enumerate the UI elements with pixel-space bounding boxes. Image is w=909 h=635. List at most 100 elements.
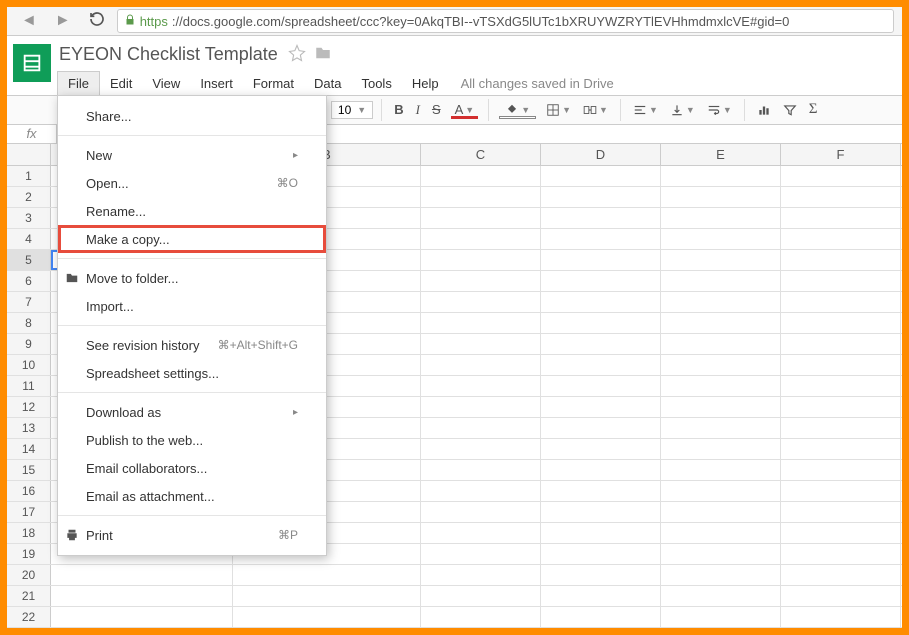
cell[interactable] bbox=[661, 187, 781, 207]
folder-icon[interactable] bbox=[314, 44, 332, 65]
cell[interactable] bbox=[781, 481, 901, 501]
file-email-attachment[interactable]: Email as attachment... bbox=[58, 482, 326, 510]
cell[interactable] bbox=[421, 292, 541, 312]
cell[interactable] bbox=[541, 502, 661, 522]
cell[interactable] bbox=[541, 187, 661, 207]
cell[interactable] bbox=[421, 523, 541, 543]
cell[interactable] bbox=[661, 208, 781, 228]
row-header[interactable]: 18 bbox=[7, 523, 51, 543]
file-open[interactable]: Open...⌘O bbox=[58, 169, 326, 197]
cell[interactable] bbox=[781, 502, 901, 522]
cell[interactable] bbox=[421, 439, 541, 459]
cell[interactable] bbox=[541, 376, 661, 396]
cell[interactable] bbox=[51, 565, 233, 585]
cell[interactable] bbox=[781, 355, 901, 375]
row-header[interactable]: 1 bbox=[7, 166, 51, 186]
select-all-corner[interactable] bbox=[7, 144, 51, 165]
cell[interactable] bbox=[421, 271, 541, 291]
row-header[interactable]: 16 bbox=[7, 481, 51, 501]
cell[interactable] bbox=[661, 418, 781, 438]
file-rename[interactable]: Rename... bbox=[58, 197, 326, 225]
menu-edit[interactable]: Edit bbox=[100, 72, 142, 95]
cell[interactable] bbox=[661, 271, 781, 291]
cell[interactable] bbox=[421, 481, 541, 501]
row-header[interactable]: 9 bbox=[7, 334, 51, 354]
cell[interactable] bbox=[781, 166, 901, 186]
row-header[interactable]: 13 bbox=[7, 418, 51, 438]
col-header-d[interactable]: D bbox=[541, 144, 661, 165]
cell[interactable] bbox=[541, 397, 661, 417]
cell[interactable] bbox=[421, 166, 541, 186]
filter-button[interactable] bbox=[779, 101, 801, 119]
cell[interactable] bbox=[541, 544, 661, 564]
cell[interactable] bbox=[541, 250, 661, 270]
cell[interactable] bbox=[421, 397, 541, 417]
cell[interactable] bbox=[781, 250, 901, 270]
cell[interactable] bbox=[781, 376, 901, 396]
cell[interactable] bbox=[541, 313, 661, 333]
cell[interactable] bbox=[781, 565, 901, 585]
file-new[interactable]: New▸ bbox=[58, 141, 326, 169]
cell[interactable] bbox=[541, 208, 661, 228]
cell[interactable] bbox=[661, 376, 781, 396]
cell[interactable] bbox=[421, 334, 541, 354]
cell[interactable] bbox=[541, 586, 661, 606]
row-header[interactable]: 14 bbox=[7, 439, 51, 459]
fill-color-button[interactable]: ▼ bbox=[497, 101, 538, 119]
file-move-to-folder[interactable]: Move to folder... bbox=[58, 264, 326, 292]
row-header[interactable]: 21 bbox=[7, 586, 51, 606]
row-header[interactable]: 10 bbox=[7, 355, 51, 375]
row-header[interactable]: 22 bbox=[7, 607, 51, 627]
cell[interactable] bbox=[421, 607, 541, 627]
cell[interactable] bbox=[421, 376, 541, 396]
file-share[interactable]: Share... bbox=[58, 102, 326, 130]
cell[interactable] bbox=[541, 355, 661, 375]
cell[interactable] bbox=[421, 313, 541, 333]
col-header-e[interactable]: E bbox=[661, 144, 781, 165]
cell[interactable] bbox=[781, 229, 901, 249]
row-header[interactable]: 20 bbox=[7, 565, 51, 585]
cell[interactable] bbox=[541, 565, 661, 585]
strikethrough-button[interactable]: S bbox=[428, 100, 445, 119]
cell[interactable] bbox=[541, 607, 661, 627]
file-email-collaborators[interactable]: Email collaborators... bbox=[58, 454, 326, 482]
col-header-f[interactable]: F bbox=[781, 144, 901, 165]
cell[interactable] bbox=[51, 607, 233, 627]
cell[interactable] bbox=[421, 565, 541, 585]
menu-data[interactable]: Data bbox=[304, 72, 351, 95]
cell[interactable] bbox=[661, 313, 781, 333]
menu-file[interactable]: File bbox=[57, 71, 100, 95]
cell[interactable] bbox=[421, 418, 541, 438]
cell[interactable] bbox=[541, 229, 661, 249]
document-title[interactable]: EYEON Checklist Template bbox=[57, 42, 280, 67]
cell[interactable] bbox=[781, 313, 901, 333]
cell[interactable] bbox=[781, 397, 901, 417]
cell[interactable] bbox=[541, 460, 661, 480]
reload-button[interactable] bbox=[83, 9, 111, 34]
cell[interactable] bbox=[661, 544, 781, 564]
star-icon[interactable] bbox=[288, 44, 306, 65]
file-print[interactable]: Print⌘P bbox=[58, 521, 326, 549]
cell[interactable] bbox=[421, 229, 541, 249]
cell[interactable] bbox=[661, 292, 781, 312]
cell[interactable] bbox=[541, 481, 661, 501]
merge-cells-button[interactable]: ▼ bbox=[579, 101, 612, 119]
cell[interactable] bbox=[233, 586, 421, 606]
file-import[interactable]: Import... bbox=[58, 292, 326, 320]
file-spreadsheet-settings[interactable]: Spreadsheet settings... bbox=[58, 359, 326, 387]
cell[interactable] bbox=[661, 565, 781, 585]
cell[interactable] bbox=[541, 334, 661, 354]
row-header[interactable]: 5 bbox=[7, 250, 51, 270]
cell[interactable] bbox=[421, 544, 541, 564]
cell[interactable] bbox=[781, 586, 901, 606]
file-make-a-copy[interactable]: Make a copy... bbox=[58, 225, 326, 253]
row-header[interactable]: 17 bbox=[7, 502, 51, 522]
cell[interactable] bbox=[781, 271, 901, 291]
insert-chart-button[interactable] bbox=[753, 101, 775, 119]
menu-view[interactable]: View bbox=[142, 72, 190, 95]
cell[interactable] bbox=[421, 355, 541, 375]
file-download-as[interactable]: Download as▸ bbox=[58, 398, 326, 426]
cell[interactable] bbox=[661, 502, 781, 522]
menu-format[interactable]: Format bbox=[243, 72, 304, 95]
menu-help[interactable]: Help bbox=[402, 72, 449, 95]
